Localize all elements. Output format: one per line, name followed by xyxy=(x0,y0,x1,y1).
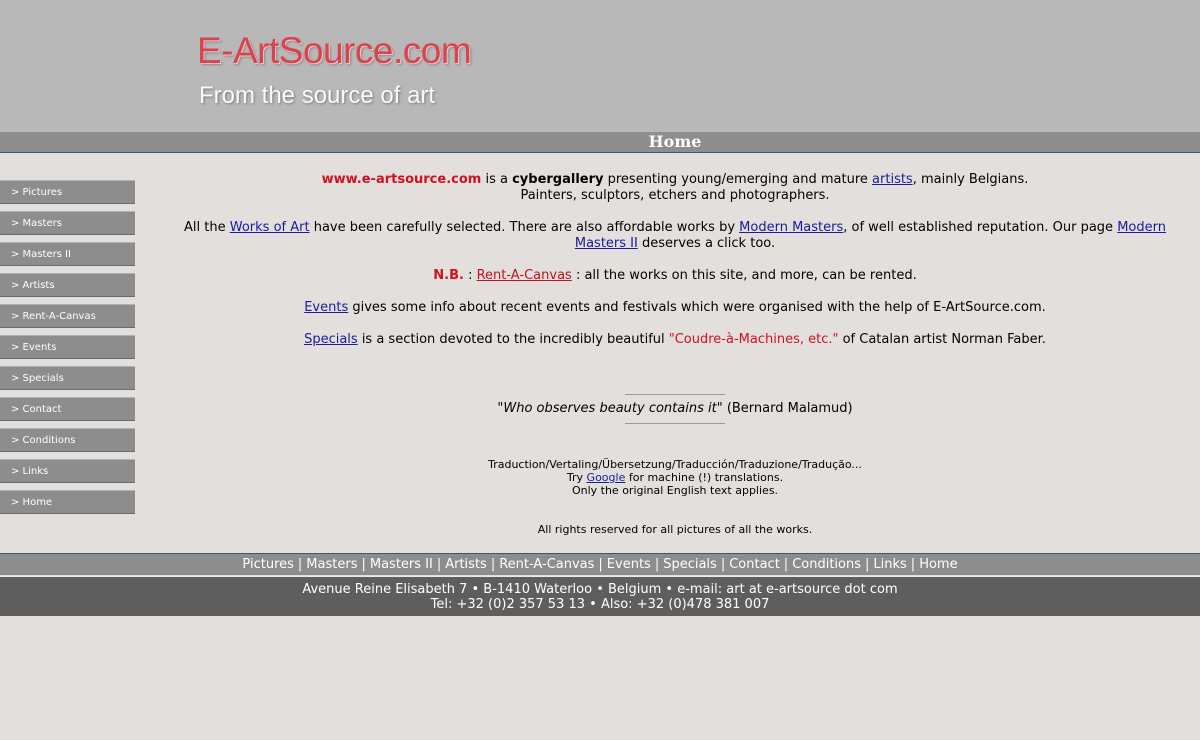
events-paragraph: Events gives some info about recent even… xyxy=(160,300,1190,316)
sidebar-item-rent-a-canvas[interactable]: > Rent-A-Canvas xyxy=(0,304,135,328)
sidebar-item-links[interactable]: > Links xyxy=(0,459,135,483)
nb-text: : all the works on this site, and more, … xyxy=(571,268,917,283)
footer-separator: | xyxy=(910,557,916,572)
footer-separator: | xyxy=(598,557,603,572)
translation-text: for machine (!) translations. xyxy=(625,471,784,484)
sidebar-item-events[interactable]: > Events xyxy=(0,335,135,359)
footer-phone: Tel: +32 (0)2 357 53 13 • Also: +32 (0)4… xyxy=(430,597,770,612)
sidebar-item-conditions[interactable]: > Conditions xyxy=(0,428,135,452)
intro-line-2: Painters, sculptors, etchers and photogr… xyxy=(520,188,830,203)
footer-link-artists[interactable]: Artists xyxy=(445,557,487,572)
footer-link-masters[interactable]: Masters xyxy=(306,557,357,572)
intro-text: , mainly Belgians. xyxy=(912,172,1029,187)
cybergallery-text: cybergallery xyxy=(512,172,604,187)
main-content: www.e-artsource.com is a cybergallery pr… xyxy=(160,172,1190,536)
sidebar-item-masters-ii[interactable]: > Masters II xyxy=(0,242,135,266)
works-text: deserves a click too. xyxy=(637,236,776,251)
works-text: All the xyxy=(184,220,230,235)
site-header: E-ArtSource.com From the source of art xyxy=(0,0,1200,132)
footer-link-home[interactable]: Home xyxy=(919,557,957,572)
footer-link-contact[interactable]: Contact xyxy=(729,557,780,572)
footer-link-pictures[interactable]: Pictures xyxy=(242,557,293,572)
quote-divider-top xyxy=(625,394,725,395)
intro-paragraph: www.e-artsource.com is a cybergallery pr… xyxy=(160,172,1190,204)
works-text: , of well established reputation. Our pa… xyxy=(843,220,1118,235)
footer-address: Avenue Reine Elisabeth 7 • B-1410 Waterl… xyxy=(302,582,898,597)
translation-languages: Traduction/Vertaling/Übersetzung/Traducc… xyxy=(488,458,862,471)
sidebar-item-artists[interactable]: > Artists xyxy=(0,273,135,297)
sidebar-item-masters[interactable]: > Masters xyxy=(0,211,135,235)
footer-separator: | xyxy=(490,557,496,572)
footer-separator: | xyxy=(654,557,660,572)
quote: "Who observes beauty contains it" (Berna… xyxy=(160,401,1190,417)
footer-link-rent-a-canvas[interactable]: Rent-A-Canvas xyxy=(499,557,594,572)
quote-text: "Who observes beauty contains it" xyxy=(497,401,723,416)
nb-text: : xyxy=(463,268,477,283)
page-title: Home xyxy=(648,132,702,151)
footer-contact: Avenue Reine Elisabeth 7 • B-1410 Waterl… xyxy=(0,576,1200,616)
intro-text: is a xyxy=(481,172,513,187)
works-of-art-link[interactable]: Works of Art xyxy=(230,220,310,235)
footer-link-events[interactable]: Events xyxy=(607,557,651,572)
quote-author: (Bernard Malamud) xyxy=(722,401,853,416)
footer-nav: Pictures | Masters | Masters II | Artists | Rent… xyxy=(0,553,1200,575)
site-name: www.e-artsource.com xyxy=(321,172,482,187)
events-text: gives some info about recent events and … xyxy=(348,300,1046,315)
specials-text: of Catalan artist Norman Faber. xyxy=(838,332,1046,347)
rights-notice: All rights reserved for all pictures of … xyxy=(537,523,813,536)
footer-separator: | xyxy=(297,557,303,572)
page-title-bar: Home xyxy=(0,132,1200,153)
specials-link[interactable]: Specials xyxy=(304,332,358,347)
rent-a-canvas-link[interactable]: Rent-A-Canvas xyxy=(477,268,572,283)
translation-text: Try xyxy=(566,471,587,484)
nb-paragraph: N.B. : Rent-A-Canvas : all the works on … xyxy=(160,268,1190,284)
works-text: have been carefully selected. There are … xyxy=(309,220,740,235)
nb-label: N.B. xyxy=(433,268,464,283)
sidebar-item-contact[interactable]: > Contact xyxy=(0,397,135,421)
specials-text: is a section devoted to the incredibly b… xyxy=(357,332,669,347)
footer-link-links[interactable]: Links xyxy=(873,557,906,572)
google-link[interactable]: Google xyxy=(587,471,626,484)
translation-note: Traduction/Vertaling/Übersetzung/Traducc… xyxy=(160,458,1190,497)
footer-separator: | xyxy=(436,557,442,572)
footer-link-specials[interactable]: Specials xyxy=(663,557,717,572)
specials-paragraph: Specials is a section devoted to the inc… xyxy=(160,332,1190,348)
footer-link-masters-ii[interactable]: Masters II xyxy=(370,557,433,572)
intro-text: presenting young/emerging and mature xyxy=(603,172,873,187)
site-logo[interactable]: E-ArtSource.com xyxy=(197,30,472,72)
footer-separator: | xyxy=(865,557,870,572)
footer-separator: | xyxy=(361,557,366,572)
works-paragraph: All the Works of Art have been carefully… xyxy=(160,220,1190,252)
footer-link-conditions[interactable]: Conditions xyxy=(792,557,861,572)
events-link[interactable]: Events xyxy=(304,300,348,315)
footer-separator: | xyxy=(783,557,789,572)
footer-separator: | xyxy=(720,557,726,572)
sidebar-item-specials[interactable]: > Specials xyxy=(0,366,135,390)
sidebar-item-home[interactable]: > Home xyxy=(0,490,135,514)
modern-masters-link[interactable]: Modern Masters xyxy=(739,220,843,235)
translation-disclaimer: Only the original English text applies. xyxy=(571,484,779,497)
artists-link[interactable]: artists xyxy=(872,172,913,187)
sidebar-item-pictures[interactable]: > Pictures xyxy=(0,180,135,204)
sidebar-nav: > Pictures > Masters > Masters II > Arti… xyxy=(0,180,135,521)
specials-highlight: "Coudre-à-Machines, etc." xyxy=(668,332,839,347)
site-tagline: From the source of art xyxy=(199,82,436,109)
